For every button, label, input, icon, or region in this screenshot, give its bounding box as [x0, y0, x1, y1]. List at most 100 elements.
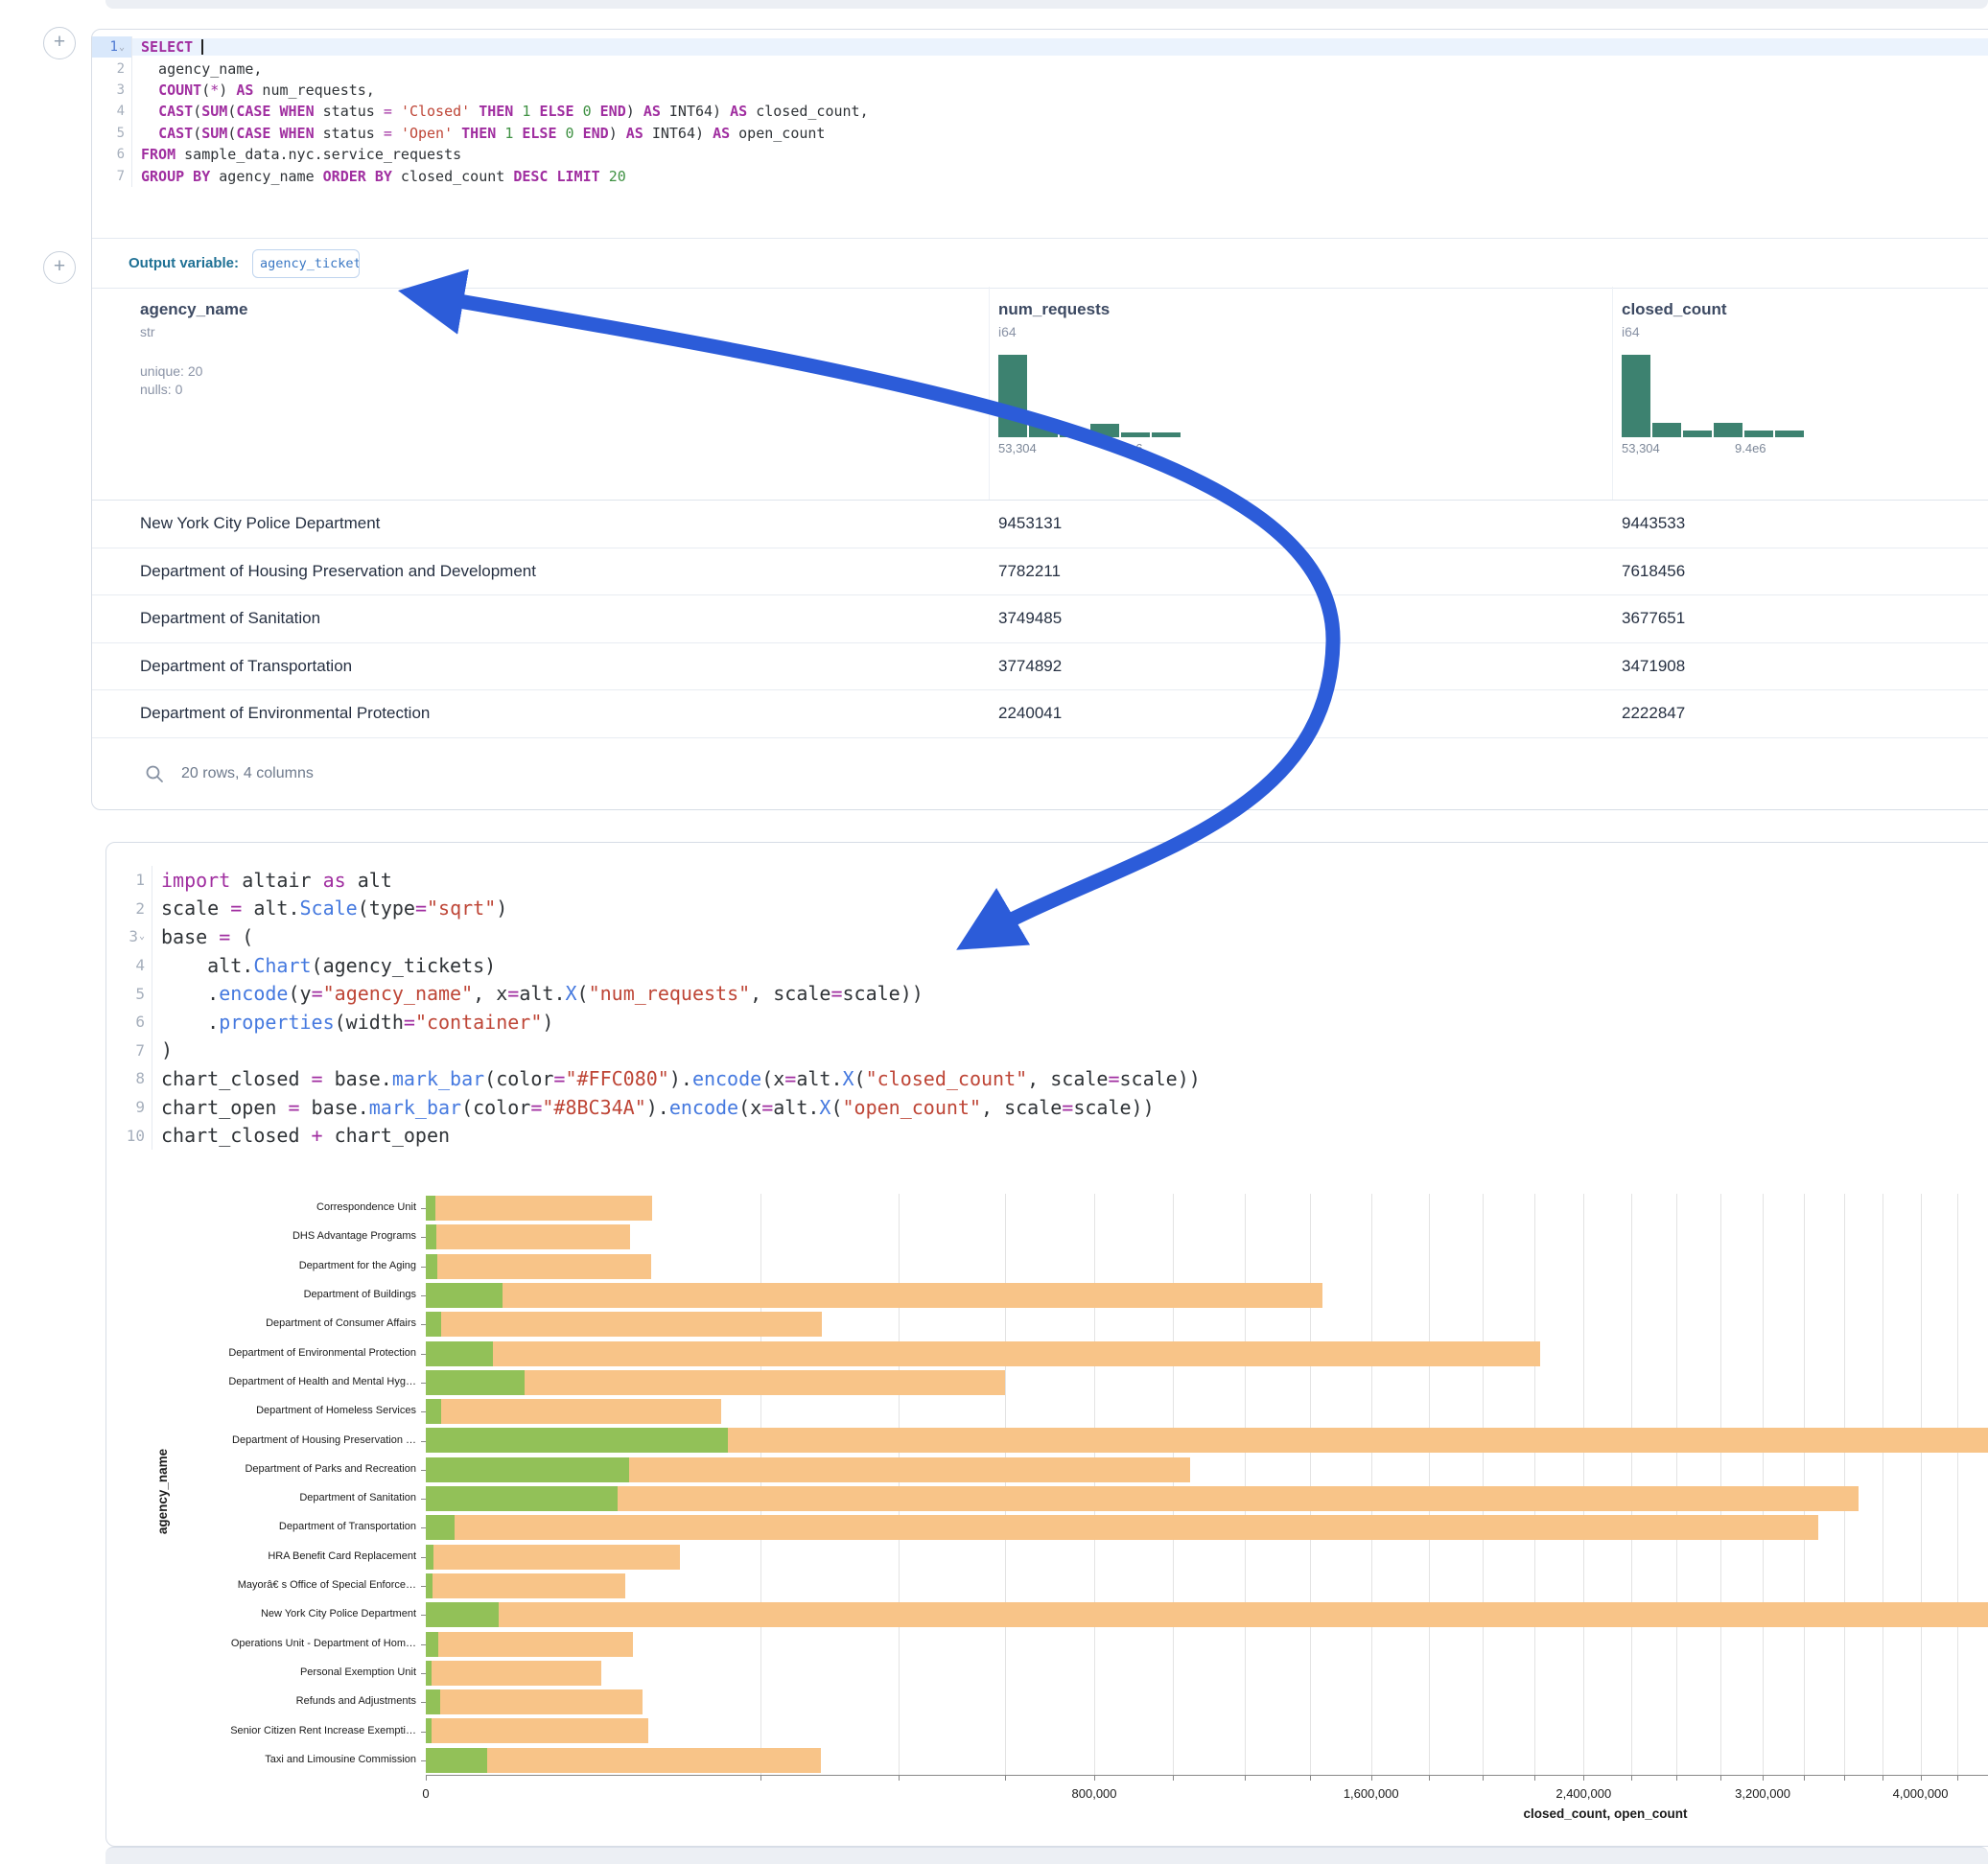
- column-header-agency_name[interactable]: agency_namestrunique: 20nulls: 0: [140, 287, 247, 500]
- bar-open-count[interactable]: [426, 1515, 455, 1540]
- output-variable-label: Output variable:: [129, 255, 239, 271]
- code-line[interactable]: 4 CAST(SUM(CASE WHEN status = 'Closed' T…: [92, 101, 1988, 122]
- bar-open-count[interactable]: [426, 1718, 432, 1743]
- row-count-label: 20 rows, 4 columns: [181, 765, 314, 782]
- bar-open-count[interactable]: [426, 1748, 487, 1773]
- add-cell-button-top[interactable]: +: [43, 27, 76, 59]
- code-line[interactable]: 6FROM sample_data.nyc.service_requests: [92, 144, 1988, 165]
- bar-open-count[interactable]: [426, 1428, 728, 1453]
- fold-chevron-icon[interactable]: ⌄: [139, 931, 145, 942]
- y-axis-label: Mayorâ€ s Office of Special Enforce…: [238, 1579, 416, 1591]
- code-line[interactable]: 3 COUNT(*) AS num_requests,: [92, 80, 1988, 101]
- python-code-editor[interactable]: 1import altair as alt2scale = alt.Scale(…: [106, 866, 1988, 1150]
- column-header-closed_count[interactable]: closed_counti6453,3049.4e6: [1622, 287, 1804, 500]
- search-icon[interactable]: [145, 764, 164, 783]
- table-row[interactable]: Department of Environmental Protection22…: [92, 690, 1988, 738]
- bar-closed-count[interactable]: [426, 1312, 822, 1337]
- table-row[interactable]: Department of Transportation377489234719…: [92, 643, 1988, 691]
- code-line[interactable]: 7GROUP BY agency_name ORDER BY closed_co…: [92, 165, 1988, 186]
- x-axis-tick-label: 1,600,000: [1344, 1786, 1399, 1801]
- bar-open-count[interactable]: [426, 1224, 436, 1249]
- bar-open-count[interactable]: [426, 1312, 441, 1337]
- sql-code-editor[interactable]: 1⌄SELECT 2 agency_name,3 COUNT(*) AS num…: [92, 36, 1988, 187]
- line-number: 9: [106, 1093, 152, 1122]
- bar-closed-count[interactable]: [426, 1632, 633, 1657]
- x-axis-tick: [1094, 1776, 1095, 1781]
- bar-open-count[interactable]: [426, 1632, 438, 1657]
- code-line[interactable]: 1import altair as alt: [106, 866, 1988, 895]
- bar-open-count[interactable]: [426, 1486, 618, 1511]
- x-axis-tick: [1720, 1776, 1721, 1781]
- code-line[interactable]: 5 CAST(SUM(CASE WHEN status = 'Open' THE…: [92, 123, 1988, 144]
- line-number: 10: [106, 1121, 152, 1150]
- gridline: [1371, 1194, 1372, 1775]
- bar-open-count[interactable]: [426, 1457, 629, 1482]
- code-line[interactable]: 1⌄SELECT: [92, 36, 1988, 58]
- x-axis-tick: [1631, 1776, 1632, 1781]
- fold-chevron-icon[interactable]: ⌄: [119, 42, 125, 53]
- gridline: [1483, 1194, 1484, 1775]
- bar-open-count[interactable]: [426, 1573, 433, 1598]
- y-axis-label: Senior Citizen Rent Increase Exempti…: [230, 1725, 416, 1736]
- bar-closed-count[interactable]: [426, 1283, 1322, 1308]
- table-row[interactable]: Department of Housing Preservation and D…: [92, 548, 1988, 596]
- x-axis-domain-line: [426, 1775, 1988, 1776]
- code-line[interactable]: 7): [106, 1037, 1988, 1065]
- code-line[interactable]: 2scale = alt.Scale(type="sqrt"): [106, 895, 1988, 923]
- bar-closed-count[interactable]: [426, 1486, 1859, 1511]
- bar-closed-count[interactable]: [426, 1399, 721, 1424]
- bar-open-count[interactable]: [426, 1661, 432, 1686]
- line-number: 7: [92, 165, 132, 186]
- code-text: .properties(width="container"): [152, 1011, 1988, 1034]
- code-line[interactable]: 10chart_closed + chart_open: [106, 1121, 1988, 1150]
- bar-closed-count[interactable]: [426, 1254, 651, 1279]
- column-histogram: [1622, 355, 1804, 437]
- table-row[interactable]: New York City Police Department945313194…: [92, 501, 1988, 548]
- code-text: chart_closed = base.mark_bar(color="#FFC…: [152, 1067, 1988, 1090]
- x-axis-tick: [1676, 1776, 1677, 1781]
- gridline: [1534, 1194, 1535, 1775]
- bar-closed-count[interactable]: [426, 1196, 652, 1221]
- bar-open-count[interactable]: [426, 1341, 493, 1366]
- bar-closed-count[interactable]: [426, 1341, 1540, 1366]
- code-line[interactable]: 6 .properties(width="container"): [106, 1008, 1988, 1037]
- bar-closed-count[interactable]: [426, 1545, 680, 1570]
- bar-closed-count[interactable]: [426, 1661, 601, 1686]
- histogram-range-labels: 53,3049.4e6: [1622, 441, 1804, 456]
- bar-closed-count[interactable]: [426, 1515, 1818, 1540]
- code-line[interactable]: 5 .encode(y="agency_name", x=alt.X("num_…: [106, 979, 1988, 1008]
- gridline: [1631, 1194, 1632, 1775]
- output-variable-badge[interactable]: agency_tickets: [252, 249, 360, 278]
- code-text: CAST(SUM(CASE WHEN status = 'Open' THEN …: [132, 125, 1988, 142]
- table-cell: 3774892: [998, 643, 1062, 690]
- x-axis-tick: [760, 1776, 761, 1781]
- bar-open-count[interactable]: [426, 1370, 525, 1395]
- bar-open-count[interactable]: [426, 1689, 440, 1714]
- table-cell: 7782211: [998, 548, 1061, 595]
- add-cell-button-middle[interactable]: +: [43, 251, 76, 284]
- code-line[interactable]: 8chart_closed = base.mark_bar(color="#FF…: [106, 1064, 1988, 1093]
- bar-open-count[interactable]: [426, 1254, 437, 1279]
- table-cell: 3471908: [1622, 643, 1685, 690]
- code-line[interactable]: 4 alt.Chart(agency_tickets): [106, 951, 1988, 980]
- bar-open-count[interactable]: [426, 1602, 499, 1627]
- bar-open-count[interactable]: [426, 1545, 433, 1570]
- bar-open-count[interactable]: [426, 1196, 435, 1221]
- column-divider: [989, 287, 990, 500]
- bar-closed-count[interactable]: [426, 1573, 625, 1598]
- code-line[interactable]: 3⌄base = (: [106, 922, 1988, 951]
- table-row[interactable]: Department of Sanitation37494853677651: [92, 595, 1988, 643]
- code-line[interactable]: 9chart_open = base.mark_bar(color="#8BC3…: [106, 1093, 1988, 1122]
- gridline: [1583, 1194, 1584, 1775]
- bar-closed-count[interactable]: [426, 1224, 630, 1249]
- code-line[interactable]: 2 agency_name,: [92, 58, 1988, 79]
- y-axis-label: Correspondence Unit: [316, 1201, 416, 1213]
- histogram-range-labels: 53,3049.5e6: [998, 441, 1181, 456]
- y-axis-label: Department of Transportation: [279, 1521, 416, 1532]
- bar-closed-count[interactable]: [426, 1602, 1988, 1627]
- bar-open-count[interactable]: [426, 1399, 441, 1424]
- bar-open-count[interactable]: [426, 1283, 503, 1308]
- bar-closed-count[interactable]: [426, 1689, 643, 1714]
- column-header-num_requests[interactable]: num_requestsi6453,3049.5e6: [998, 287, 1181, 500]
- bar-closed-count[interactable]: [426, 1718, 648, 1743]
